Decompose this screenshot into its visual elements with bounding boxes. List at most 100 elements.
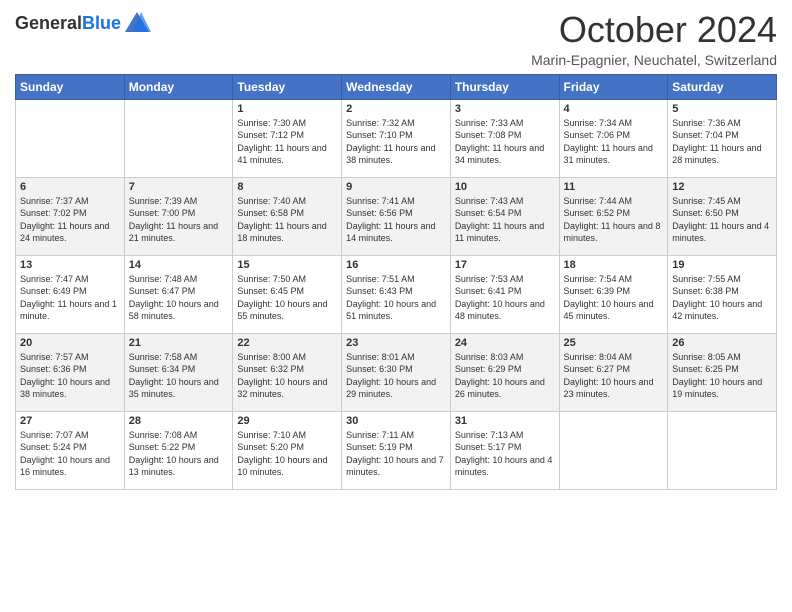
cell-content: Sunrise: 7:37 AMSunset: 7:02 PMDaylight:… xyxy=(20,195,120,245)
calendar-cell: 27 Sunrise: 7:07 AMSunset: 5:24 PMDayligh… xyxy=(16,411,125,489)
calendar-week-row: 13Sunrise: 7:47 AMSunset: 6:49 PMDayligh… xyxy=(16,255,777,333)
day-number: 27 xyxy=(20,415,120,427)
calendar-cell: 26 Sunrise: 8:05 AMSunset: 6:25 PMDayligh… xyxy=(668,333,777,411)
calendar-day-header: Monday xyxy=(124,74,233,99)
calendar-day-header: Saturday xyxy=(668,74,777,99)
calendar-cell: 22 Sunrise: 8:00 AMSunset: 6:32 PMDayligh… xyxy=(233,333,342,411)
cell-content: Sunrise: 7:30 AMSunset: 7:12 PMDaylight:… xyxy=(237,117,337,167)
calendar-cell: 6 Sunrise: 7:37 AMSunset: 7:02 PMDaylight… xyxy=(16,177,125,255)
calendar-cell: 30 Sunrise: 7:11 AMSunset: 5:19 PMDayligh… xyxy=(342,411,451,489)
calendar-cell: 21Sunrise: 7:58 AMSunset: 6:34 PMDayligh… xyxy=(124,333,233,411)
day-number: 16 xyxy=(346,259,446,271)
day-number: 22 xyxy=(237,337,337,349)
day-number: 5 xyxy=(672,103,772,115)
cell-content: Sunrise: 7:08 AMSunset: 5:22 PMDaylight:… xyxy=(129,429,229,479)
calendar-table: SundayMondayTuesdayWednesdayThursdayFrid… xyxy=(15,74,777,490)
calendar-cell: 29 Sunrise: 7:10 AMSunset: 5:20 PMDayligh… xyxy=(233,411,342,489)
day-number: 2 xyxy=(346,103,446,115)
calendar-cell: 16 Sunrise: 7:51 AMSunset: 6:43 PMDayligh… xyxy=(342,255,451,333)
logo-general-text: General xyxy=(15,13,82,33)
logo-icon xyxy=(123,10,151,38)
cell-content: Sunrise: 7:53 AMSunset: 6:41 PMDaylight:… xyxy=(455,273,555,323)
calendar-cell: 4 Sunrise: 7:34 AMSunset: 7:06 PMDaylight… xyxy=(559,99,668,177)
page: GeneralBlue October 2024 Marin-Epagnier,… xyxy=(0,0,792,612)
logo: GeneralBlue xyxy=(15,10,151,38)
day-number: 17 xyxy=(455,259,555,271)
calendar-day-header: Thursday xyxy=(450,74,559,99)
calendar-cell: 31 Sunrise: 7:13 AMSunset: 5:17 PMDayligh… xyxy=(450,411,559,489)
calendar-day-header: Sunday xyxy=(16,74,125,99)
day-number: 11 xyxy=(564,181,664,193)
day-number: 3 xyxy=(455,103,555,115)
cell-content: Sunrise: 8:00 AMSunset: 6:32 PMDaylight:… xyxy=(237,351,337,401)
cell-content: Sunrise: 7:45 AMSunset: 6:50 PMDaylight:… xyxy=(672,195,772,245)
cell-content: Sunrise: 8:04 AMSunset: 6:27 PMDaylight:… xyxy=(564,351,664,401)
calendar-cell: 24 Sunrise: 8:03 AMSunset: 6:29 PMDayligh… xyxy=(450,333,559,411)
calendar-cell: 8 Sunrise: 7:40 AMSunset: 6:58 PMDaylight… xyxy=(233,177,342,255)
calendar-cell: 17 Sunrise: 7:53 AMSunset: 6:41 PMDayligh… xyxy=(450,255,559,333)
day-number: 8 xyxy=(237,181,337,193)
calendar-week-row: 20 Sunrise: 7:57 AMSunset: 6:36 PMDayligh… xyxy=(16,333,777,411)
day-number: 19 xyxy=(672,259,772,271)
calendar-cell: 14Sunrise: 7:48 AMSunset: 6:47 PMDayligh… xyxy=(124,255,233,333)
day-number: 29 xyxy=(237,415,337,427)
calendar-cell: 5 Sunrise: 7:36 AMSunset: 7:04 PMDaylight… xyxy=(668,99,777,177)
header: GeneralBlue October 2024 Marin-Epagnier,… xyxy=(15,10,777,68)
day-number: 24 xyxy=(455,337,555,349)
calendar-week-row: 27 Sunrise: 7:07 AMSunset: 5:24 PMDayligh… xyxy=(16,411,777,489)
day-number: 20 xyxy=(20,337,120,349)
calendar-cell: 3Sunrise: 7:33 AMSunset: 7:08 PMDaylight… xyxy=(450,99,559,177)
day-number: 10 xyxy=(455,181,555,193)
cell-content: Sunrise: 7:57 AMSunset: 6:36 PMDaylight:… xyxy=(20,351,120,401)
calendar-cell xyxy=(559,411,668,489)
calendar-cell: 7 Sunrise: 7:39 AMSunset: 7:00 PMDaylight… xyxy=(124,177,233,255)
calendar-cell xyxy=(124,99,233,177)
day-number: 1 xyxy=(237,103,337,115)
cell-content: Sunrise: 7:55 AMSunset: 6:38 PMDaylight:… xyxy=(672,273,772,323)
cell-content: Sunrise: 7:07 AMSunset: 5:24 PMDaylight:… xyxy=(20,429,120,479)
cell-content: Sunrise: 7:36 AMSunset: 7:04 PMDaylight:… xyxy=(672,117,772,167)
calendar-cell: 13Sunrise: 7:47 AMSunset: 6:49 PMDayligh… xyxy=(16,255,125,333)
calendar-cell xyxy=(16,99,125,177)
day-number: 7 xyxy=(129,181,229,193)
cell-content: Sunrise: 7:34 AMSunset: 7:06 PMDaylight:… xyxy=(564,117,664,167)
cell-content: Sunrise: 7:39 AMSunset: 7:00 PMDaylight:… xyxy=(129,195,229,245)
calendar-cell: 2 Sunrise: 7:32 AMSunset: 7:10 PMDaylight… xyxy=(342,99,451,177)
calendar-cell: 9Sunrise: 7:41 AMSunset: 6:56 PMDaylight… xyxy=(342,177,451,255)
cell-content: Sunrise: 8:03 AMSunset: 6:29 PMDaylight:… xyxy=(455,351,555,401)
day-number: 21 xyxy=(129,337,229,349)
cell-content: Sunrise: 7:13 AMSunset: 5:17 PMDaylight:… xyxy=(455,429,555,479)
cell-content: Sunrise: 7:43 AMSunset: 6:54 PMDaylight:… xyxy=(455,195,555,245)
cell-content: Sunrise: 7:40 AMSunset: 6:58 PMDaylight:… xyxy=(237,195,337,245)
day-number: 9 xyxy=(346,181,446,193)
calendar-cell: 15 Sunrise: 7:50 AMSunset: 6:45 PMDayligh… xyxy=(233,255,342,333)
day-number: 28 xyxy=(129,415,229,427)
calendar-cell xyxy=(668,411,777,489)
cell-content: Sunrise: 8:01 AMSunset: 6:30 PMDaylight:… xyxy=(346,351,446,401)
calendar-week-row: 1 Sunrise: 7:30 AMSunset: 7:12 PMDaylight… xyxy=(16,99,777,177)
location: Marin-Epagnier, Neuchatel, Switzerland xyxy=(531,52,777,68)
day-number: 25 xyxy=(564,337,664,349)
calendar-cell: 28 Sunrise: 7:08 AMSunset: 5:22 PMDayligh… xyxy=(124,411,233,489)
cell-content: Sunrise: 7:50 AMSunset: 6:45 PMDaylight:… xyxy=(237,273,337,323)
day-number: 6 xyxy=(20,181,120,193)
cell-content: Sunrise: 7:44 AMSunset: 6:52 PMDaylight:… xyxy=(564,195,664,245)
logo-blue-text: Blue xyxy=(82,13,121,33)
day-number: 4 xyxy=(564,103,664,115)
calendar-cell: 1 Sunrise: 7:30 AMSunset: 7:12 PMDaylight… xyxy=(233,99,342,177)
calendar-header-row: SundayMondayTuesdayWednesdayThursdayFrid… xyxy=(16,74,777,99)
calendar-day-header: Tuesday xyxy=(233,74,342,99)
cell-content: Sunrise: 8:05 AMSunset: 6:25 PMDaylight:… xyxy=(672,351,772,401)
calendar-cell: 12 Sunrise: 7:45 AMSunset: 6:50 PMDayligh… xyxy=(668,177,777,255)
cell-content: Sunrise: 7:32 AMSunset: 7:10 PMDaylight:… xyxy=(346,117,446,167)
day-number: 30 xyxy=(346,415,446,427)
cell-content: Sunrise: 7:11 AMSunset: 5:19 PMDaylight:… xyxy=(346,429,446,479)
day-number: 12 xyxy=(672,181,772,193)
calendar-cell: 11 Sunrise: 7:44 AMSunset: 6:52 PMDayligh… xyxy=(559,177,668,255)
cell-content: Sunrise: 7:51 AMSunset: 6:43 PMDaylight:… xyxy=(346,273,446,323)
cell-content: Sunrise: 7:47 AMSunset: 6:49 PMDaylight:… xyxy=(20,273,120,323)
cell-content: Sunrise: 7:10 AMSunset: 5:20 PMDaylight:… xyxy=(237,429,337,479)
day-number: 31 xyxy=(455,415,555,427)
day-number: 26 xyxy=(672,337,772,349)
day-number: 15 xyxy=(237,259,337,271)
